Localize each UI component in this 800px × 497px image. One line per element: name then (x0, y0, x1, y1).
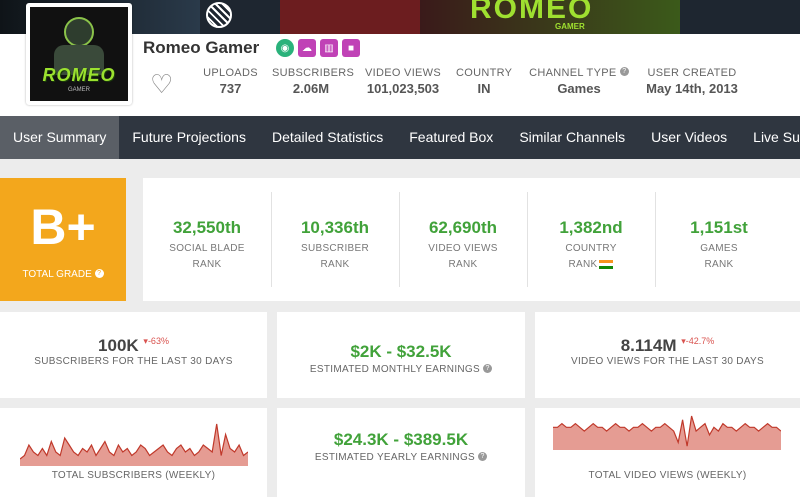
video-views-label: VIDEO VIEWS (364, 67, 442, 79)
rank-value: 1,382nd (559, 218, 623, 237)
channel-badges: ◉ ☁ ▥ ■ (276, 39, 360, 57)
country-value: IN (477, 81, 491, 96)
subs-30-days-number: 100K (98, 336, 139, 355)
rank-label-line2: RANK (704, 259, 734, 270)
monthly-earnings-label: ESTIMATED MONTHLY EARNINGS ? (277, 364, 525, 375)
views-30-days-value: 8.114M ▾-42.7% (535, 336, 800, 356)
total-views-weekly-label: TOTAL VIDEO VIEWS (WEEKLY) (588, 470, 747, 481)
rank-socialblade: 32,550th SOCIAL BLADE RANK (143, 178, 271, 301)
rank-label-line1: SUBSCRIBER (300, 243, 369, 254)
total-views-weekly-card: TOTAL VIDEO VIEWS (WEEKLY) (535, 408, 800, 497)
help-icon[interactable]: ? (483, 364, 493, 373)
avatar-head (64, 17, 94, 47)
rank-label-line2: RANK (192, 259, 222, 270)
subs-30-days-delta-text: -63% (147, 336, 169, 346)
channel-type-stat: CHANNEL TYPE ? Games (524, 67, 634, 96)
tab-similar-channels[interactable]: Similar Channels (506, 116, 638, 159)
eye-icon[interactable]: ◉ (276, 39, 294, 57)
video-camera-icon[interactable]: ■ (342, 39, 360, 57)
uploads-label: UPLOADS (203, 67, 258, 79)
uploads-value: 737 (219, 81, 242, 96)
grade-label: TOTAL GRADE ? (0, 269, 126, 280)
rank-value: 62,690th (428, 218, 498, 237)
views-30-days-delta-text: -42.7% (685, 336, 715, 346)
rank-label-line2: RANK (527, 257, 655, 273)
subs-30-days-card: 100K ▾-63% SUBSCRIBERS FOR THE LAST 30 D… (0, 312, 267, 398)
tab-user-summary[interactable]: User Summary (0, 116, 120, 159)
rank-value: 32,550th (172, 218, 242, 237)
tab-future-projections[interactable]: Future Projections (119, 116, 259, 159)
uploads-stat: UPLOADS 737 (203, 67, 258, 96)
yearly-earnings-card: $24.3K - $389.5K ESTIMATED YEARLY EARNIN… (277, 408, 525, 497)
monthly-earnings-card: $2K - $32.5K ESTIMATED MONTHLY EARNINGS … (277, 312, 525, 398)
rank-label-line1: SOCIAL BLADE (169, 243, 245, 254)
main-nav: User Summary Future Projections Detailed… (0, 116, 800, 159)
subscribers-label: SUBSCRIBERS (272, 67, 355, 79)
tab-detailed-statistics[interactable]: Detailed Statistics (259, 116, 396, 159)
rank-label-line2: RANK (320, 259, 350, 270)
tab-featured-box[interactable]: Featured Box (396, 116, 506, 159)
help-icon[interactable]: ? (478, 452, 488, 461)
rank-label-line2-text: RANK (568, 259, 598, 270)
avatar-logo-subtext: GAMER (67, 87, 90, 93)
views-sparkline (553, 415, 781, 450)
rank-country: 1,382nd COUNTRY RANK (527, 178, 655, 301)
tab-live-subscriber[interactable]: Live Subscriber (740, 116, 800, 159)
bar-chart-icon[interactable]: ▥ (320, 39, 338, 57)
rank-video-views: 62,690th VIDEO VIEWS RANK (399, 178, 527, 301)
cloud-upload-icon[interactable]: ☁ (298, 39, 316, 57)
views-30-days-card: 8.114M ▾-42.7% VIDEO VIEWS FOR THE LAST … (535, 312, 800, 398)
grade-letter: B+ (30, 199, 96, 255)
yearly-earnings-value: $24.3K - $389.5K (333, 430, 469, 449)
user-created-stat: USER CREATED May 14th, 2013 (644, 67, 740, 96)
video-views-value: 101,023,503 (366, 81, 440, 96)
views-30-days-delta: ▾-42.7% (681, 336, 715, 346)
yearly-earnings-label-text: ESTIMATED YEARLY EARNINGS (314, 452, 476, 463)
total-grade-box: B+ TOTAL GRADE ? (0, 178, 126, 301)
channel-type-value: Games (557, 81, 601, 96)
channel-type-label-text: CHANNEL TYPE (529, 67, 617, 79)
yearly-earnings-label: ESTIMATED YEARLY EARNINGS ? (277, 452, 525, 463)
subscribers-value: 2.06M (292, 81, 330, 96)
rank-games: 1,151st GAMES RANK (655, 178, 783, 301)
views-30-days-label: VIDEO VIEWS FOR THE LAST 30 DAYS (571, 356, 764, 367)
rank-label-line2: RANK (448, 259, 478, 270)
banner-sub: GAMER (555, 22, 585, 31)
total-subs-weekly-label: TOTAL SUBSCRIBERS (WEEKLY) (51, 470, 216, 481)
rank-value: 1,151st (690, 218, 748, 237)
views-sparkline-area (553, 416, 781, 450)
total-subs-weekly-card: TOTAL SUBSCRIBERS (WEEKLY) (0, 408, 267, 497)
monthly-earnings-value: $2K - $32.5K (350, 342, 452, 361)
channel-name: Romeo Gamer (143, 38, 260, 57)
video-views-stat: VIDEO VIEWS 101,023,503 (362, 67, 444, 96)
help-icon[interactable]: ? (94, 269, 104, 278)
subs-sparkline (20, 423, 248, 466)
banner-art-center (280, 0, 420, 34)
channel-avatar: ROMEO GAMER (26, 3, 132, 105)
rank-subscriber: 10,336th SUBSCRIBER RANK (271, 178, 399, 301)
user-created-value: May 14th, 2013 (646, 81, 738, 96)
ranks-panel: 32,550th SOCIAL BLADE RANK 10,336th SUBS… (143, 178, 800, 301)
country-stat: COUNTRY IN (456, 67, 512, 96)
india-flag-icon (599, 259, 614, 269)
favorite-heart-icon[interactable]: ♡ (150, 71, 173, 97)
subs-30-days-value: 100K ▾-63% (0, 336, 267, 356)
grade-label-text: TOTAL GRADE (22, 269, 92, 280)
subs-30-days-label: SUBSCRIBERS FOR THE LAST 30 DAYS (34, 356, 233, 367)
rank-value: 10,336th (300, 218, 370, 237)
views-30-days-number: 8.114M (620, 336, 677, 355)
country-label: COUNTRY (456, 67, 513, 79)
subscribers-stat: SUBSCRIBERS 2.06M (272, 67, 355, 96)
tab-user-videos[interactable]: User Videos (638, 116, 740, 159)
help-icon[interactable]: ? (619, 67, 629, 76)
rank-label-line1: GAMES (700, 243, 738, 254)
subs-30-days-delta: ▾-63% (143, 336, 169, 346)
monthly-earnings-label-text: ESTIMATED MONTHLY EARNINGS (309, 364, 480, 375)
rank-label-line1: COUNTRY (565, 243, 617, 254)
rank-label-line1: VIDEO VIEWS (428, 243, 498, 254)
user-created-label: USER CREATED (647, 67, 737, 79)
socialblade-logo-icon (206, 2, 232, 28)
avatar-logo-text: ROMEO (42, 65, 116, 85)
channel-type-label: CHANNEL TYPE ? (524, 67, 634, 79)
